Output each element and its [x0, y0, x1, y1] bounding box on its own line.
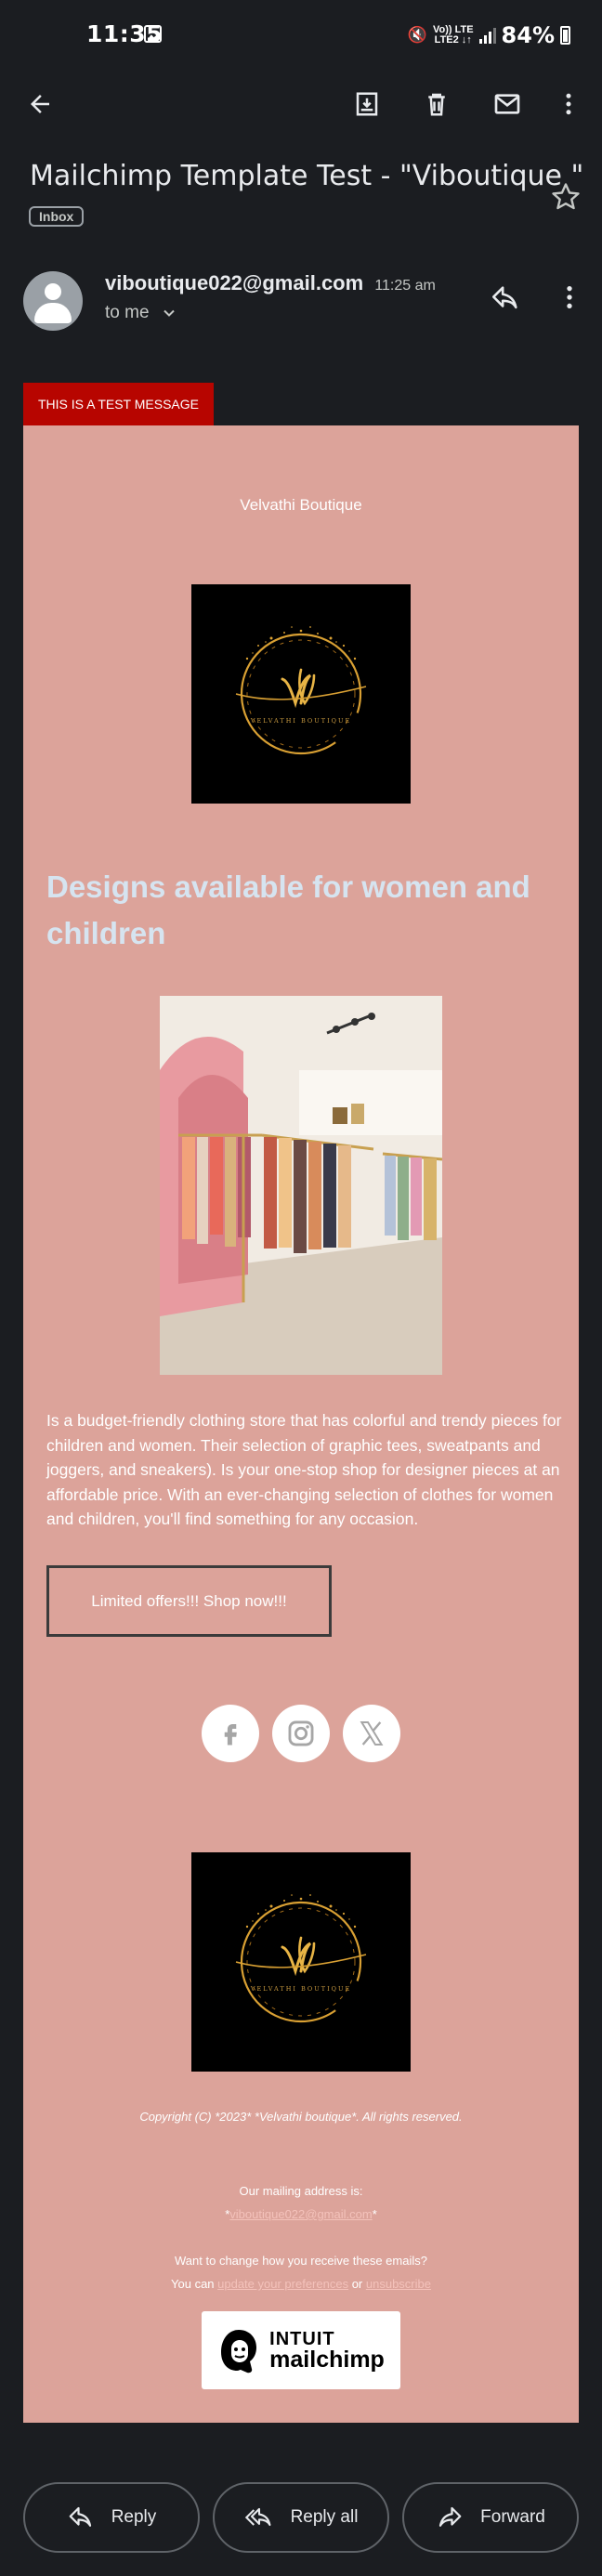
- mailchimp-freddie-icon: [221, 2330, 257, 2373]
- instagram-icon: [288, 1720, 314, 1746]
- back-button[interactable]: [20, 84, 60, 124]
- instagram-link[interactable]: [272, 1705, 330, 1762]
- reply-label: Reply: [111, 2507, 157, 2527]
- facebook-icon: [224, 1724, 237, 1746]
- store-description: Is a budget-friendly clothing store that…: [46, 1411, 562, 1528]
- social-links: [23, 1705, 579, 1762]
- boutique-logo: VELVATHI BOUTIQUE: [191, 584, 411, 804]
- network-icon: Vo)) LTE LTE2 ↓↑: [432, 24, 474, 46]
- sender-email: viboutique022@gmail.com: [105, 271, 364, 294]
- quick-reply-button[interactable]: [490, 282, 521, 319]
- email-headline: Designs available for women and children: [46, 870, 530, 950]
- star-icon: [552, 183, 580, 210]
- recipient-toggle[interactable]: to me: [105, 303, 178, 323]
- sender-row: viboutique022@gmail.com 11:25 am: [105, 271, 436, 295]
- more-options-button[interactable]: [548, 84, 589, 124]
- address-label: Our mailing address is:: [239, 2184, 363, 2198]
- copyright-text: Copyright (C) *2023* *Velvathi boutique*…: [139, 2110, 463, 2124]
- reply-icon: [69, 2506, 91, 2527]
- email-time: 11:25 am: [374, 278, 436, 294]
- mail-icon: [494, 94, 520, 114]
- chevron-down-icon: [164, 309, 175, 317]
- x-icon: [360, 1721, 384, 1746]
- preference-links: You can update your preferences or unsub…: [171, 2277, 431, 2291]
- inbox-label[interactable]: Inbox: [29, 206, 85, 227]
- more-vertical-icon: [566, 93, 571, 115]
- mailing-address: *viboutique022@gmail.com*: [225, 2207, 377, 2221]
- battery-level: 84%: [501, 22, 555, 48]
- archive-icon: [356, 92, 378, 116]
- reply-icon: [491, 286, 517, 309]
- mute-icon: 🔇: [407, 26, 427, 44]
- status-bar: 11:35 🔇 Vo)) LTE LTE2 ↓↑ 84%: [0, 0, 602, 71]
- trash-icon: [428, 93, 445, 116]
- update-preferences-link[interactable]: update your preferences: [217, 2277, 348, 2291]
- status-indicators: 🔇 Vo)) LTE LTE2 ↓↑ 84%: [408, 22, 570, 48]
- unsubscribe-link[interactable]: unsubscribe: [366, 2277, 431, 2291]
- more-vertical-icon: [567, 286, 572, 308]
- delete-button[interactable]: [416, 84, 457, 124]
- reply-button[interactable]: Reply: [23, 2482, 200, 2553]
- email-subject: Mailchimp Template Test - "Viboutique ": [30, 160, 584, 192]
- reply-all-label: Reply all: [290, 2507, 359, 2527]
- back-arrow-icon: [31, 95, 49, 113]
- signal-icon: [478, 27, 496, 44]
- logo-caption: VELVATHI BOUTIQUE: [250, 1985, 351, 1993]
- mailchimp-badge[interactable]: INTUIT mailchimp: [202, 2311, 400, 2389]
- email-body: Velvathi Boutique VELVATHI BOUTIQUE Desi…: [23, 425, 579, 2423]
- shop-now-button[interactable]: Limited offers!!! Shop now!!!: [46, 1565, 332, 1637]
- battery-icon: [560, 26, 570, 45]
- forward-icon: [439, 2506, 462, 2527]
- address-email-link[interactable]: viboutique022@gmail.com: [229, 2207, 372, 2221]
- facebook-link[interactable]: [202, 1705, 259, 1762]
- store-interior-photo: [160, 996, 442, 1375]
- email-toolbar: [0, 74, 602, 132]
- badge-mailchimp-text: mailchimp: [269, 2346, 385, 2373]
- reply-actions: Reply Reply all Forward: [23, 2482, 579, 2553]
- logo-caption: VELVATHI BOUTIQUE: [250, 717, 351, 725]
- test-message-banner: THIS IS A TEST MESSAGE: [23, 383, 214, 425]
- reply-all-button[interactable]: Reply all: [213, 2482, 389, 2553]
- x-link[interactable]: [343, 1705, 400, 1762]
- image-notification-icon: [144, 25, 162, 43]
- star-button[interactable]: [549, 180, 582, 218]
- forward-button[interactable]: Forward: [402, 2482, 579, 2553]
- reply-all-icon: [244, 2507, 271, 2527]
- brand-name: Velvathi Boutique: [240, 496, 362, 514]
- sender-avatar[interactable]: [23, 271, 83, 331]
- forward-label: Forward: [480, 2507, 545, 2527]
- archive-button[interactable]: [347, 84, 387, 124]
- badge-intuit-text: INTUIT: [269, 2328, 335, 2349]
- change-prefs-question: Want to change how you receive these ema…: [175, 2254, 427, 2268]
- recipient-label: to me: [105, 303, 150, 322]
- footer-boutique-logo: VELVATHI BOUTIQUE: [191, 1852, 411, 2072]
- message-more-button[interactable]: [555, 282, 584, 317]
- mark-unread-button[interactable]: [487, 84, 528, 124]
